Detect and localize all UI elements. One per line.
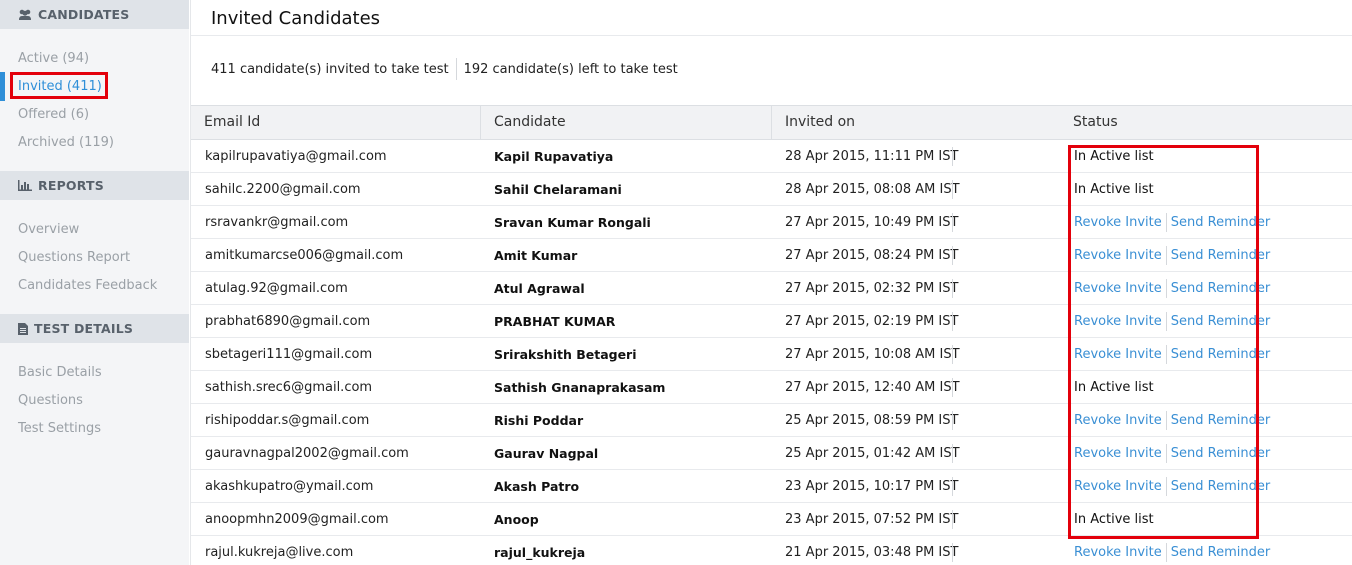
bar-chart-icon [18,180,32,191]
date-divider [952,411,953,430]
invited-on-cell: 25 Apr 2015, 01:42 AM IST [785,446,960,461]
users-icon [19,9,31,20]
column-status[interactable]: Status [1060,106,1352,139]
title-divider [191,35,1352,36]
date-divider [952,510,953,529]
candidates-header-label: CANDIDATES [38,7,130,22]
nav-overview[interactable]: Overview [18,222,79,237]
invited-on-cell: 25 Apr 2015, 08:59 PM IST [785,413,959,428]
invited-on-cell: 23 Apr 2015, 10:17 PM IST [785,479,959,494]
date-divider [952,444,953,463]
email-cell: kapilrupavatiya@gmail.com [205,149,387,164]
nav-test-settings[interactable]: Test Settings [18,421,101,436]
email-cell: rajul.kukreja@live.com [205,545,354,560]
nav-basic-details[interactable]: Basic Details [18,365,102,380]
email-cell: rsravankr@gmail.com [205,215,349,230]
date-divider [952,213,953,232]
nav-candidates-feedback[interactable]: Candidates Feedback [18,278,157,293]
email-cell: gauravnagpal2002@gmail.com [205,446,409,461]
status-divider [1165,543,1167,562]
date-divider [952,378,953,397]
test-details-section-header: TEST DETAILS [0,314,189,343]
reports-section-header: REPORTS [0,171,189,200]
date-divider [952,312,953,331]
date-divider [952,246,953,265]
invited-on-cell: 27 Apr 2015, 12:40 AM IST [785,380,960,395]
date-divider [952,147,953,166]
highlight-box-status [1068,145,1259,539]
email-cell: sbetageri111@gmail.com [205,347,373,362]
invited-on-cell: 21 Apr 2015, 03:48 PM IST [785,545,959,560]
revoke-invite-link[interactable]: Revoke Invite [1074,545,1162,560]
invited-on-cell: 23 Apr 2015, 07:52 PM IST [785,512,959,527]
candidate-name[interactable]: Atul Agrawal [494,272,585,305]
active-indicator [0,72,5,101]
nav-questions[interactable]: Questions [18,393,83,408]
status-cell: Revoke Invite Send Reminder [1074,536,1270,565]
nav-archived[interactable]: Archived (119) [18,135,114,150]
candidate-name[interactable]: Sathish Gnanaprakasam [494,371,665,404]
email-cell: atulag.92@gmail.com [205,281,348,296]
highlight-box-invited [10,72,108,99]
date-divider [952,180,953,199]
email-cell: akashkupatro@ymail.com [205,479,374,494]
table-row: rajul.kukreja@live.com rajul_kukreja 21 Ap… [191,536,1352,565]
invited-on-cell: 27 Apr 2015, 10:49 PM IST [785,215,959,230]
date-divider [952,279,953,298]
invited-on-cell: 28 Apr 2015, 08:08 AM IST [785,182,960,197]
candidate-name[interactable]: Gaurav Nagpal [494,437,598,470]
reports-header-label: REPORTS [38,178,104,193]
date-divider [952,345,953,364]
date-divider [952,477,953,496]
email-cell: sahilc.2200@gmail.com [205,182,361,197]
invited-on-cell: 27 Apr 2015, 02:19 PM IST [785,314,959,329]
invited-on-cell: 27 Apr 2015, 10:08 AM IST [785,347,960,362]
email-cell: rishipoddar.s@gmail.com [205,413,370,428]
invited-on-cell: 28 Apr 2015, 11:11 PM IST [785,149,959,164]
summary-left: 192 candidate(s) left to take test [463,61,678,77]
candidate-name[interactable]: Kapil Rupavatiya [494,140,613,173]
invite-summary: 411 candidate(s) invited to take test 19… [211,58,678,80]
column-candidate[interactable]: Candidate [480,106,771,139]
send-reminder-link[interactable]: Send Reminder [1171,545,1270,560]
candidate-name[interactable]: PRABHAT KUMAR [494,305,615,338]
candidate-name[interactable]: rajul_kukreja [494,536,585,565]
candidate-name[interactable]: Sahil Chelaramani [494,173,622,206]
candidates-section-header: CANDIDATES [0,0,189,29]
summary-divider [455,58,457,80]
nav-questions-report[interactable]: Questions Report [18,250,130,265]
candidate-name[interactable]: Akash Patro [494,470,579,503]
column-invited-on[interactable]: Invited on [771,106,1060,139]
email-cell: prabhat6890@gmail.com [205,314,371,329]
test-details-header-label: TEST DETAILS [34,321,134,336]
column-email[interactable]: Email Id [191,106,480,139]
candidate-name[interactable]: Anoop [494,503,539,536]
date-divider [952,543,953,562]
candidate-name[interactable]: Sravan Kumar Rongali [494,206,651,239]
candidate-name[interactable]: Rishi Poddar [494,404,583,437]
nav-offered[interactable]: Offered (6) [18,107,89,122]
table-header: Email Id Candidate Invited on Status [191,105,1352,140]
email-cell: sathish.srec6@gmail.com [205,380,373,395]
document-icon [18,322,28,335]
invited-on-cell: 27 Apr 2015, 08:24 PM IST [785,248,959,263]
page-title: Invited Candidates [211,8,381,29]
candidate-name[interactable]: Amit Kumar [494,239,577,272]
invited-on-cell: 27 Apr 2015, 02:32 PM IST [785,281,959,296]
candidate-name[interactable]: Srirakshith Betageri [494,338,637,371]
email-cell: amitkumarcse006@gmail.com [205,248,404,263]
email-cell: anoopmhn2009@gmail.com [205,512,389,527]
summary-invited: 411 candidate(s) invited to take test [211,61,449,77]
nav-active[interactable]: Active (94) [18,51,89,66]
